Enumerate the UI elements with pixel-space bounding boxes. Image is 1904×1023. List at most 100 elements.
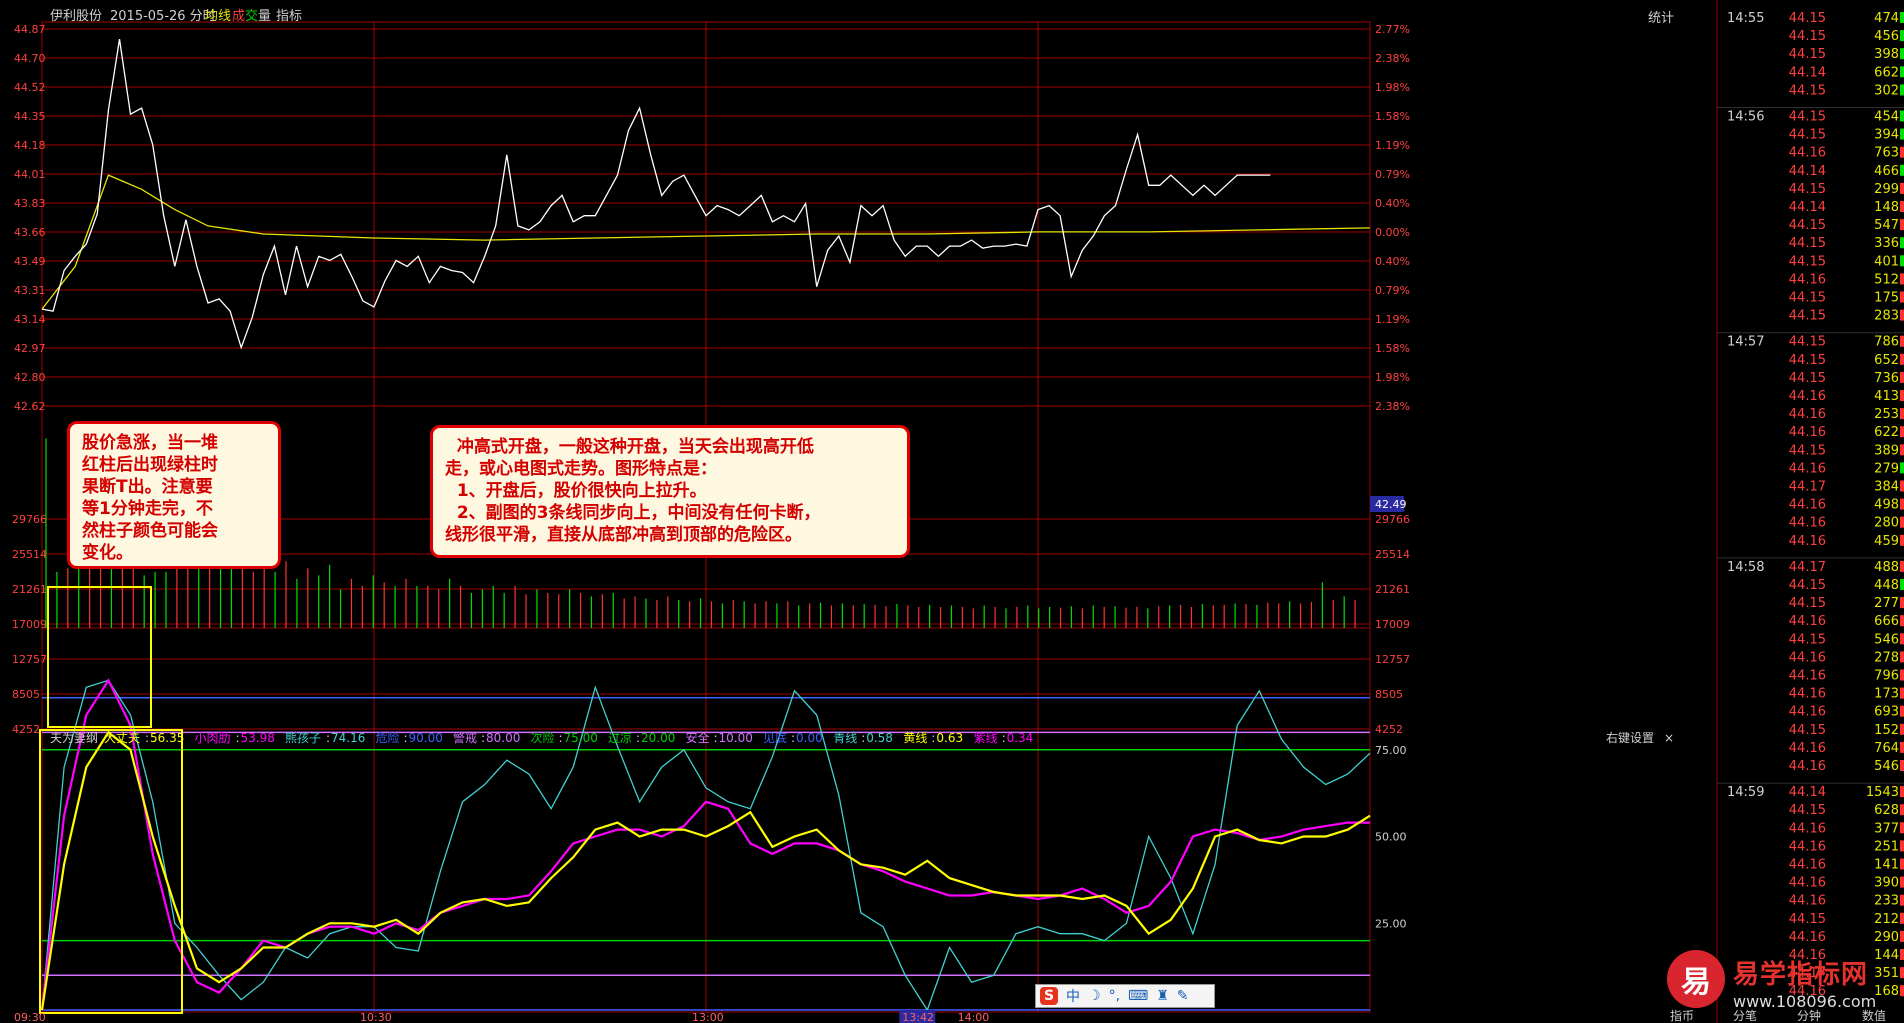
indicator-legend-name: 警戒 (453, 730, 477, 745)
tick-direction-marker (1900, 335, 1904, 347)
legend-sep: : (861, 731, 865, 745)
percent-tick-label: 1.19% (1375, 139, 1410, 152)
intraday-chart: 伊利股份 2015-05-26 分时均线成交量指标 统计 44.87 2.77% 44.7… (12, 0, 1904, 1023)
tick-volume: 652 (1874, 353, 1899, 368)
tick-price: 44.15 (1789, 632, 1826, 647)
tick-direction-marker (1900, 894, 1904, 906)
tick-direction-marker (1900, 164, 1904, 176)
tick-price: 44.17 (1789, 480, 1826, 495)
right-settings-link: 右键设置 (1606, 730, 1654, 745)
volume-tick-label: 21261 (12, 583, 47, 596)
indicator-legend-value: 10.00 (719, 731, 753, 745)
tick-price: 44.15 (1789, 254, 1826, 269)
tick-direction-marker (1900, 273, 1904, 285)
tick-time-label: 14:59 (1727, 785, 1764, 800)
tick-volume: 622 (1874, 425, 1899, 440)
punctuation-icon[interactable]: °, (1109, 988, 1120, 1004)
highlight-box-volume (47, 586, 152, 728)
logo-mark: 易 (1667, 950, 1725, 1008)
tick-volume: 302 (1874, 83, 1899, 98)
annotation-left: 股价急涨，当一堆 红柱后出现绿柱时 果断T出。注意要 等1分钟走完，不 然柱子颜… (67, 421, 281, 569)
price-tick-label: 42.97 (14, 342, 46, 355)
logo-site-name: 易学指标网 (1733, 960, 1869, 990)
tick-price: 44.16 (1789, 705, 1826, 720)
skin-icon[interactable]: ♜ (1156, 988, 1169, 1004)
tick-volume: 628 (1874, 803, 1899, 818)
highlight-box-indicator (39, 729, 183, 1014)
tick-volume: 141 (1874, 858, 1899, 873)
tick-price: 44.16 (1789, 146, 1826, 161)
tick-price: 44.15 (1789, 29, 1826, 44)
tick-price: 44.15 (1789, 335, 1826, 350)
tick-price: 44.14 (1789, 785, 1826, 800)
tick-direction-marker (1900, 876, 1904, 888)
tick-price: 44.15 (1789, 912, 1826, 927)
tick-volume: 1543 (1866, 785, 1899, 800)
tick-price: 44.15 (1789, 83, 1826, 98)
tick-price: 44.16 (1789, 741, 1826, 756)
tick-direction-marker (1900, 48, 1904, 60)
percent-tick-label: 1.58% (1375, 342, 1410, 355)
tick-volume: 212 (1874, 912, 1899, 927)
tick-price: 44.15 (1789, 218, 1826, 233)
tick-direction-marker (1900, 353, 1904, 365)
tick-direction-marker (1900, 128, 1904, 140)
price-tick-label: 44.35 (14, 110, 46, 123)
tick-price: 44.16 (1789, 614, 1826, 629)
legend-sep: : (236, 731, 240, 745)
percent-tick-label: 0.40% (1375, 197, 1410, 210)
indicator-legend-value: 90.00 (409, 731, 443, 745)
ime-toolbar[interactable]: S 中 ☽ °, ⌨ ♜ ✎ (1035, 984, 1215, 1008)
price-tick-label: 44.18 (14, 139, 46, 152)
time-tick-label: 10:30 (360, 1011, 392, 1023)
stock-name: 伊利股份 (50, 9, 102, 24)
tick-price: 44.15 (1789, 11, 1826, 26)
indicator-legend-value: 0.58 (866, 731, 893, 745)
legend-sep: : (481, 731, 485, 745)
tick-direction-marker (1900, 462, 1904, 474)
ime-lang-toggle[interactable]: 中 (1066, 986, 1080, 1006)
indicator-tick-label: 25.00 (1375, 917, 1407, 930)
tick-direction-marker (1900, 723, 1904, 735)
volume-tick-label-right: 25514 (1375, 548, 1410, 561)
legend-sep: : (714, 731, 718, 745)
tick-direction-marker (1900, 182, 1904, 194)
moon-icon[interactable]: ☽ (1088, 988, 1101, 1004)
indicator-tick-label: 50.00 (1375, 831, 1407, 844)
price-grid: 44.87 2.77% 44.70 2.38% 44.52 1.98% 44.35 1.58%… (14, 23, 1410, 413)
percent-tick-label: 0.79% (1375, 168, 1410, 181)
price-tick-label: 43.49 (14, 255, 46, 268)
tick-direction-marker (1900, 201, 1904, 212)
tick-direction-marker (1900, 930, 1904, 942)
tick-volume: 394 (1874, 128, 1899, 143)
indicator-legend-value: 56.35 (150, 731, 184, 745)
tick-price: 44.15 (1789, 47, 1826, 62)
tick-direction-marker (1900, 669, 1904, 681)
volume-tick-label: 4252 (12, 723, 40, 736)
indicator-legend-value: 53.98 (241, 731, 275, 745)
tick-direction-marker (1900, 858, 1904, 870)
tick-volume: 512 (1874, 272, 1899, 287)
indicator-title: 夫为妻纲 (50, 731, 98, 745)
tick-panel: 14:55 44.15 474 44.15 456 44.15 398 44.14 662 44.… (1716, 0, 1904, 1023)
tick-volume: 175 (1874, 291, 1899, 306)
volume-tick-label-right: 8505 (1375, 688, 1403, 701)
tick-volume: 280 (1874, 516, 1899, 531)
tick-price: 44.16 (1789, 930, 1826, 945)
indicator-legend-name: 大丈夫 (104, 731, 140, 745)
tick-price: 44.17 (1789, 560, 1826, 575)
avg-line-label: 均线 (205, 9, 231, 24)
time-tick-label: 14:00 (958, 1011, 990, 1023)
tick-volume: 796 (1874, 669, 1899, 684)
annotation-line: 股价急涨，当一堆 (82, 433, 218, 453)
percent-tick-label: 1.58% (1375, 110, 1410, 123)
tick-volume: 763 (1874, 146, 1899, 161)
indicator-legend: 夫为妻纲 大丈夫:56.35 小肉肋:53.98 熊孩子:74.16 危险:90.00 警… (50, 730, 1674, 745)
tick-volume: 336 (1874, 236, 1899, 251)
tick-direction-marker (1900, 219, 1904, 231)
keyboard-icon[interactable]: ⌨ (1128, 988, 1148, 1004)
wrench-icon[interactable]: ✎ (1177, 988, 1189, 1004)
tick-volume: 693 (1874, 705, 1899, 720)
tick-price: 44.15 (1789, 309, 1826, 324)
annotation-line: 1、开盘后，股价很快向上拉升。 (445, 481, 707, 501)
